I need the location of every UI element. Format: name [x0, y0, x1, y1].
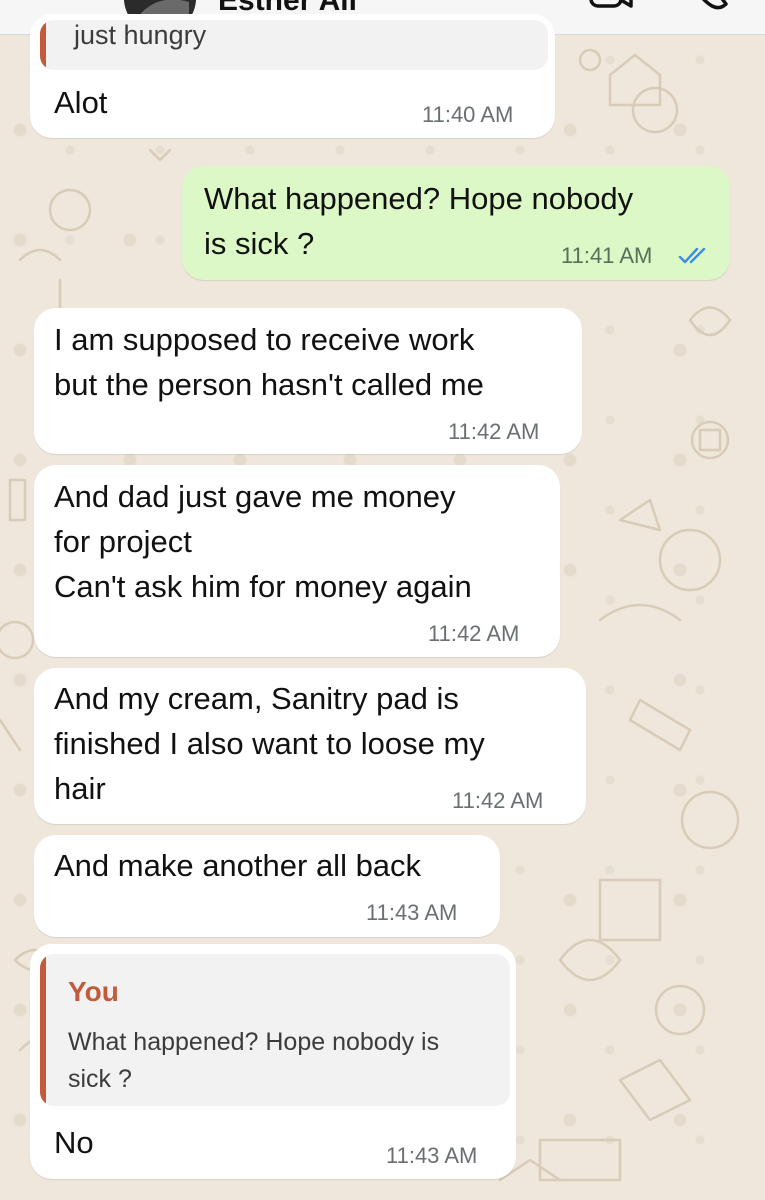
- quoted-message[interactable]: You What happened? Hope nobody is sick ?: [40, 954, 510, 1106]
- message-time: 11:41 AM: [561, 243, 653, 268]
- message-text: No: [54, 1125, 94, 1160]
- message-text-line: Can't ask him for money again: [54, 569, 472, 604]
- message-text-line: but the person hasn't called me: [54, 367, 484, 402]
- message-time: 11:42 AM: [448, 419, 540, 444]
- message-text-line: And my cream, Sanitry pad is: [54, 681, 459, 716]
- video-call-icon[interactable]: [588, 0, 634, 12]
- message-text: And make another all back: [54, 848, 422, 883]
- quoted-message-text: just hungry: [74, 20, 207, 50]
- quoted-message[interactable]: just hungry: [40, 20, 548, 70]
- message-text-line: for project: [54, 524, 192, 559]
- quoted-message-text-line: What happened? Hope nobody is: [68, 1028, 440, 1056]
- message-bubble-outgoing[interactable]: What happened? Hope nobody is sick ? 11:…: [182, 166, 730, 280]
- message-text: Alot: [54, 85, 108, 120]
- quote-accent-bar: [40, 954, 46, 1106]
- message-bubble-incoming[interactable]: You What happened? Hope nobody is sick ?…: [30, 944, 516, 1179]
- message-text-line: is sick ?: [204, 226, 315, 261]
- message-bubble-incoming[interactable]: And make another all back 11:43 AM: [34, 835, 500, 937]
- message-time: 11:43 AM: [386, 1143, 478, 1168]
- read-receipt-icon: [678, 247, 706, 264]
- message-time: 11:40 AM: [422, 102, 514, 127]
- message-bubble-incoming[interactable]: I am supposed to receive work but the pe…: [34, 308, 582, 454]
- message-text-line: finished I also want to loose my: [54, 726, 485, 761]
- message-text-line: What happened? Hope nobody: [204, 181, 634, 216]
- message-text-line: hair: [54, 771, 106, 806]
- quoted-message-author: You: [68, 976, 119, 1007]
- message-bubble-incoming[interactable]: And dad just gave me money for project C…: [34, 465, 560, 657]
- quote-accent-bar: [40, 20, 46, 70]
- phone-call-icon[interactable]: [690, 0, 730, 12]
- message-text-line: I am supposed to receive work: [54, 322, 475, 357]
- message-time: 11:42 AM: [452, 788, 544, 813]
- message-time: 11:42 AM: [428, 621, 520, 646]
- message-bubble-incoming[interactable]: just hungry Alot 11:40 AM: [30, 14, 555, 138]
- quoted-message-text-line: sick ?: [68, 1065, 132, 1093]
- message-bubble-incoming[interactable]: And my cream, Sanitry pad is finished I …: [34, 668, 586, 824]
- message-time: 11:43 AM: [366, 900, 458, 925]
- message-text-line: And dad just gave me money: [54, 479, 456, 514]
- chevron-left-icon[interactable]: [22, 0, 46, 14]
